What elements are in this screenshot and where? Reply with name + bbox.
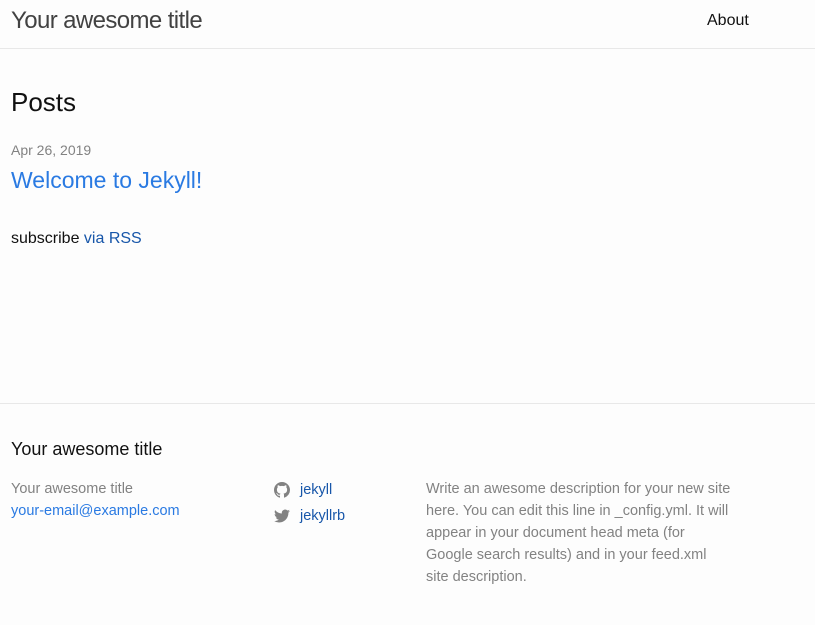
social-item-github[interactable]: jekyll [274, 477, 345, 503]
post-title-link[interactable]: Welcome to Jekyll! [11, 165, 202, 195]
site-header: Your awesome title About [0, 0, 815, 49]
rss-subscribe: subscribe via RSS [11, 229, 142, 249]
description-line: appear in your document head meta (for [426, 525, 685, 541]
nav-about-link[interactable]: About [707, 11, 749, 31]
twitter-link[interactable]: jekyllrb [300, 503, 345, 529]
rss-link[interactable]: via RSS [84, 230, 142, 247]
social-item-twitter[interactable]: jekyllrb [274, 503, 345, 529]
footer-heading: Your awesome title [11, 439, 163, 459]
site-footer: Your awesome title Your awesome title yo… [0, 403, 815, 625]
github-icon [274, 482, 290, 498]
site-title-link[interactable]: Your awesome title [11, 7, 203, 35]
footer-site-name: Your awesome title [11, 481, 133, 497]
footer-social: jekyll jekyllrb [274, 477, 345, 529]
description-line: Write an awesome description for your ne… [426, 481, 731, 497]
description-line: site description. [426, 569, 527, 585]
footer-contact: Your awesome title your-email@example.co… [11, 478, 180, 522]
github-link[interactable]: jekyll [300, 477, 332, 503]
footer-description: Write an awesome description for your ne… [426, 478, 761, 588]
twitter-icon [274, 509, 290, 523]
post-date: Apr 26, 2019 [11, 142, 92, 158]
description-line: here. You can edit this line in _config.… [426, 503, 729, 519]
description-line: Google search results) and in your feed.… [426, 547, 707, 563]
rss-prefix: subscribe [11, 230, 84, 247]
page-heading: Posts [11, 87, 77, 117]
footer-email-link[interactable]: your-email@example.com [11, 500, 180, 522]
